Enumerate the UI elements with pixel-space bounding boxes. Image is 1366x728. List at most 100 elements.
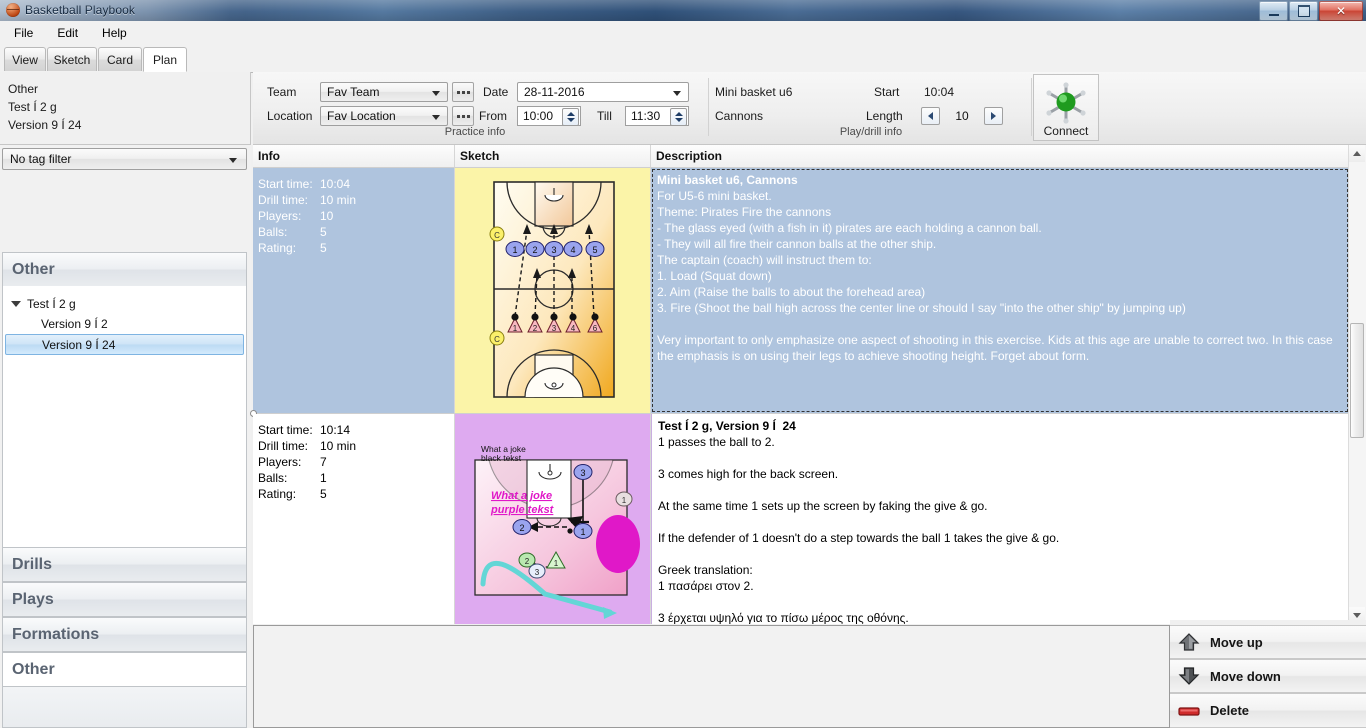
spinner-buttons[interactable] (562, 108, 579, 126)
description-line: At the same time 1 sets up the screen by… (658, 499, 988, 513)
date-value: 28-11-2016 (524, 85, 585, 99)
description-line: For U5-6 mini basket. (657, 189, 772, 203)
sidebar-section-formations-label: Formations (12, 625, 100, 643)
info-key: Balls: (258, 471, 288, 485)
description-line: The captain (coach) will instruct them t… (657, 253, 872, 267)
till-time-spinner[interactable]: 11:30 (625, 106, 689, 126)
location-combo[interactable]: Fav Location (320, 106, 448, 126)
plan-summary-line-2: Test Í 2 g (8, 100, 57, 114)
spinner-up-icon[interactable] (674, 112, 683, 116)
spinner-down-icon[interactable] (674, 118, 683, 122)
row-sketch-cell[interactable]: What a joke black tekst What a joke purp… (455, 414, 651, 624)
grid-vertical-scrollbar[interactable] (1348, 145, 1366, 624)
tag-filter-value: No tag filter (10, 152, 72, 166)
team-browse-button[interactable] (452, 82, 474, 102)
dot-icon (461, 114, 465, 118)
info-key: Players: (258, 455, 302, 469)
table-row[interactable]: Start time: 10:14 Drill time: 10 min Playe… (253, 414, 1349, 624)
description-line (657, 316, 1343, 332)
tab-sketch[interactable]: Sketch (47, 47, 97, 71)
maximize-icon (1297, 5, 1310, 17)
length-label: Length (866, 109, 903, 123)
column-header-description[interactable]: Description (651, 145, 1349, 168)
tab-strip: View Sketch Card Plan (0, 45, 1366, 73)
row-description-cell[interactable]: Test Í 2 g, Version 9 Í 24 1 passes the … (651, 414, 1349, 624)
start-value: 10:04 (924, 85, 955, 99)
row-description-cell[interactable]: Mini basket u6, Cannons For U5-6 mini ba… (651, 168, 1349, 413)
info-value: 10:14 (320, 423, 351, 437)
info-value: 10:04 (320, 177, 351, 191)
halfcourt-screen-sketch: What a joke black tekst What a joke purp… (455, 414, 650, 624)
connect-button[interactable]: Connect (1033, 74, 1099, 141)
arrow-right-icon (991, 112, 996, 120)
description-line (658, 450, 1343, 466)
move-down-button[interactable]: Move down (1170, 659, 1366, 693)
menu-item-file[interactable]: File (4, 23, 43, 43)
plan-grid: Info Sketch Description Start time: 10:04… (250, 145, 1366, 624)
sidebar-section-formations[interactable]: Formations (2, 617, 247, 652)
scrollbar-thumb[interactable] (1350, 323, 1364, 438)
length-increment-button[interactable] (984, 107, 1003, 125)
sidebar-section-drills[interactable]: Drills (2, 547, 247, 582)
column-header-info[interactable]: Info (253, 145, 455, 168)
chevron-expanded-icon[interactable] (11, 301, 21, 307)
row-info-cell[interactable]: Start time: 10:14 Drill time: 10 min Playe… (253, 414, 455, 624)
move-up-button[interactable]: Move up (1170, 625, 1366, 659)
tab-plan[interactable]: Plan (143, 47, 187, 72)
scroll-up-button[interactable] (1349, 145, 1365, 162)
tree-node-version-2[interactable]: Version 9 Í 2 (3, 314, 246, 334)
spinner-buttons[interactable] (670, 108, 687, 126)
menu-item-edit[interactable]: Edit (47, 23, 88, 43)
row-info-cell[interactable]: Start time: 10:04 Drill time: 10 min Playe… (253, 168, 455, 413)
spinner-up-icon[interactable] (566, 112, 575, 116)
svg-text:3: 3 (535, 568, 540, 577)
location-label: Location (267, 109, 313, 123)
table-row[interactable]: Start time: 10:04 Drill time: 10 min Playe… (253, 168, 1349, 413)
tree-node-version-24[interactable]: Version 9 Í 24 (5, 334, 244, 355)
maximize-button[interactable] (1289, 1, 1318, 21)
delete-button[interactable]: Delete (1170, 693, 1366, 728)
tree-node-root[interactable]: Test Í 2 g (3, 294, 246, 314)
sidebar-group-other-top[interactable]: Other (2, 252, 247, 287)
sidebar-section-plays-label: Plays (12, 590, 54, 608)
tab-view[interactable]: View (4, 47, 46, 71)
bottom-detail-panel[interactable] (253, 625, 1170, 728)
length-decrement-button[interactable] (921, 107, 940, 125)
svg-text:2: 2 (533, 324, 538, 333)
close-button[interactable]: ✕ (1319, 1, 1363, 21)
window-title: Basketball Playbook (25, 3, 135, 17)
description-line: - The glass eyed (with a fish in it) pir… (657, 221, 1042, 235)
location-browse-button[interactable] (452, 106, 474, 126)
dot-icon (466, 90, 470, 94)
svg-text:4: 4 (570, 245, 575, 255)
menu-item-help[interactable]: Help (92, 23, 137, 43)
team-combo[interactable]: Fav Team (320, 82, 448, 102)
drill-name-line-1: Mini basket u6 (715, 85, 793, 99)
description-line: If the defender of 1 doesn't do a step t… (658, 531, 1060, 545)
info-key: Drill time: (258, 439, 308, 453)
svg-text:3: 3 (552, 324, 557, 333)
sidebar-section-plays[interactable]: Plays (2, 582, 247, 617)
minimize-button[interactable] (1259, 1, 1288, 21)
length-stepper[interactable]: 10 (921, 106, 1003, 126)
description-line: 1 passes the ball to 2. (658, 435, 775, 449)
description-line: 3 comes high for the back screen. (658, 467, 839, 481)
description-line: 1. Load (Squat down) (657, 269, 772, 283)
date-combo[interactable]: 28-11-2016 (517, 82, 689, 102)
from-value: 10:00 (523, 109, 554, 123)
sidebar-section-other[interactable]: Other (2, 652, 247, 687)
spinner-down-icon[interactable] (566, 118, 575, 122)
svg-text:1: 1 (512, 245, 517, 255)
move-up-label: Move up (1210, 634, 1263, 650)
arrow-down-icon (1353, 613, 1361, 618)
tab-card[interactable]: Card (98, 47, 142, 71)
description-line: Very important to only emphasize one asp… (657, 333, 1333, 347)
description-line: Greek translation: (658, 563, 753, 577)
arrow-left-icon (928, 112, 933, 120)
description-line (658, 546, 1343, 562)
from-time-spinner[interactable]: 10:00 (517, 106, 581, 126)
column-header-sketch[interactable]: Sketch (455, 145, 651, 168)
row-sketch-cell[interactable]: 1 2 3 4 5 1 2 3 4 6 C C (455, 168, 651, 413)
tag-filter-combo[interactable]: No tag filter (2, 148, 247, 170)
group-divider (708, 78, 709, 136)
